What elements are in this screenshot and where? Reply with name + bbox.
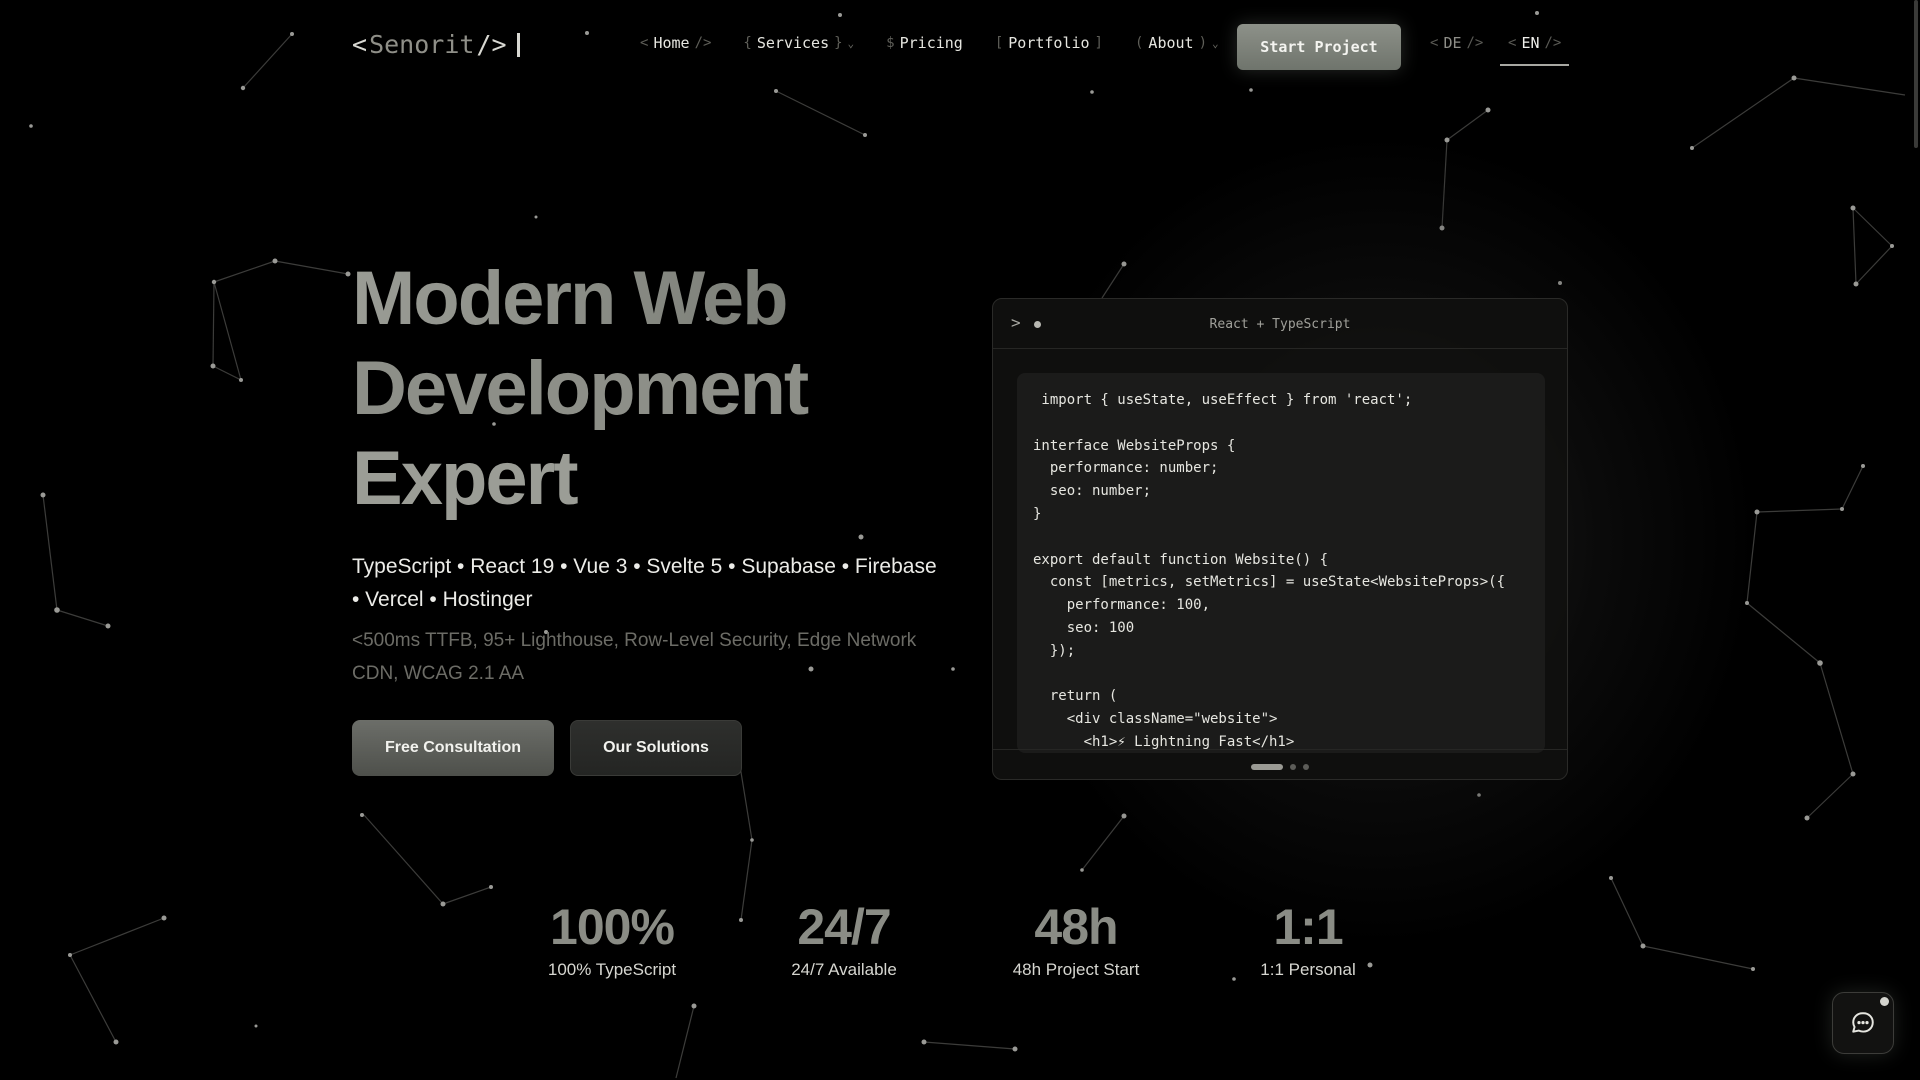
- start-project-button[interactable]: Start Project: [1237, 24, 1401, 70]
- stat-label: 100% TypeScript: [547, 960, 677, 979]
- main-nav: < Home /> { Services } ⌄ $ Pricing [ Por…: [640, 34, 1251, 52]
- tech-stack: TypeScript • React 19 • Vue 3 • Svelte 5…: [352, 555, 937, 611]
- nav-item-prefix: {: [743, 35, 752, 51]
- hero-title: Modern Web Development Expert: [352, 254, 972, 524]
- hero-title-line: Expert: [352, 436, 579, 521]
- code-line: interface WebsiteProps {: [1033, 437, 1236, 454]
- code-line: performance: number;: [1033, 460, 1219, 477]
- code-line: const [metrics, setMetrics] = useState<W…: [1033, 574, 1506, 591]
- nav-item-label: Portfolio: [1008, 34, 1090, 52]
- stat-availability: 24/7 24/7 Available: [734, 896, 954, 980]
- code-line: performance: 100,: [1033, 597, 1211, 614]
- code-window-footer: [993, 749, 1567, 779]
- lang-suffix: />: [1466, 35, 1484, 51]
- performance-metrics: <500ms TTFB, 95+ Lighthouse, Row-Level S…: [352, 630, 917, 684]
- nav-item-label: About: [1148, 34, 1194, 52]
- site-header: < Senorit /> < Home /> { Services } ⌄ $ …: [0, 0, 1920, 94]
- stat-label: 1:1 Personal: [1260, 960, 1356, 979]
- slide-pager: [1251, 764, 1309, 770]
- logo-name: Senorit: [369, 30, 475, 59]
- code-lines: import { useState, useEffect } from 'rea…: [1017, 373, 1545, 753]
- nav-item-about[interactable]: ( About ) ⌄: [1135, 34, 1219, 52]
- code-line: export default function Website() {: [1033, 551, 1329, 568]
- nav-item-suffix: }: [834, 35, 843, 51]
- code-line: import { useState, useEffect } from 'rea…: [1033, 392, 1413, 408]
- code-line: return (: [1033, 688, 1118, 705]
- nav-item-prefix: (: [1134, 35, 1144, 51]
- code-line: });: [1033, 642, 1076, 659]
- hero-title-line: Development: [352, 346, 809, 431]
- code-line: }: [1033, 505, 1042, 522]
- logo-open-bracket: <: [352, 30, 368, 59]
- nav-item-services[interactable]: { Services } ⌄: [743, 34, 854, 52]
- pager-dot[interactable]: [1303, 764, 1309, 770]
- stat-value: 48h: [1034, 899, 1118, 955]
- lang-label: EN: [1521, 34, 1540, 52]
- logo-close-bracket: />: [476, 30, 507, 59]
- code-preview-window: > React + TypeScript import { useState, …: [992, 298, 1568, 780]
- nav-item-suffix: ): [1198, 35, 1208, 51]
- stat-typescript: 100% 100% TypeScript: [502, 896, 722, 980]
- chat-button[interactable]: [1832, 992, 1894, 1054]
- stat-project-start: 48h 48h Project Start: [966, 896, 1186, 980]
- pager-dot[interactable]: [1290, 764, 1296, 770]
- nav-item-label: Services: [756, 34, 830, 52]
- lang-prefix: <: [1430, 35, 1439, 51]
- nav-item-label: Pricing: [899, 34, 963, 52]
- nav-item-home[interactable]: < Home />: [640, 34, 711, 52]
- code-window-titlebar: > React + TypeScript: [993, 299, 1567, 349]
- code-line: <div className="website">: [1033, 711, 1278, 728]
- nav-item-suffix: />: [694, 35, 712, 51]
- hero-title-line: Modern Web: [352, 254, 972, 344]
- stat-label: 48h Project Start: [1012, 960, 1140, 979]
- logo[interactable]: < Senorit />: [352, 30, 520, 59]
- lang-prefix: <: [1508, 35, 1517, 51]
- code-window-title: React + TypeScript: [1209, 317, 1351, 332]
- logo-cursor: [516, 32, 520, 57]
- nav-item-pricing[interactable]: $ Pricing: [886, 34, 963, 52]
- nav-item-prefix: [: [994, 35, 1004, 51]
- code-body: import { useState, useEffect } from 'rea…: [1017, 373, 1545, 753]
- nav-item-prefix: $: [886, 35, 895, 51]
- notification-dot: [1880, 997, 1889, 1006]
- lang-label: DE: [1443, 34, 1462, 52]
- nav-item-suffix: ]: [1094, 35, 1103, 51]
- chevron-down-icon: ⌄: [847, 36, 855, 50]
- chat-bubble-icon: [1852, 1012, 1874, 1033]
- lang-switch-en[interactable]: < EN />: [1500, 34, 1570, 66]
- lang-switch-de[interactable]: < DE />: [1430, 34, 1483, 52]
- nav-item-prefix: <: [640, 35, 649, 51]
- page-scrollbar[interactable]: [1914, 0, 1918, 148]
- nav-item-label: Home: [653, 34, 690, 52]
- stat-value: 24/7: [797, 899, 891, 955]
- stat-value: 1:1: [1273, 899, 1343, 955]
- pager-dot-active[interactable]: [1251, 764, 1283, 770]
- our-solutions-button[interactable]: Our Solutions: [570, 720, 742, 776]
- stat-personal: 1:1 1:1 Personal: [1198, 896, 1418, 980]
- chevron-down-icon: ⌄: [1212, 36, 1219, 50]
- stat-value: 100%: [550, 899, 675, 955]
- free-consultation-button[interactable]: Free Consultation: [352, 720, 554, 776]
- lang-suffix: />: [1544, 35, 1562, 51]
- stat-label: 24/7 Available: [791, 960, 897, 979]
- code-line: seo: number;: [1033, 483, 1152, 500]
- code-line: seo: 100: [1033, 619, 1135, 636]
- nav-item-portfolio[interactable]: [ Portfolio ]: [995, 34, 1103, 52]
